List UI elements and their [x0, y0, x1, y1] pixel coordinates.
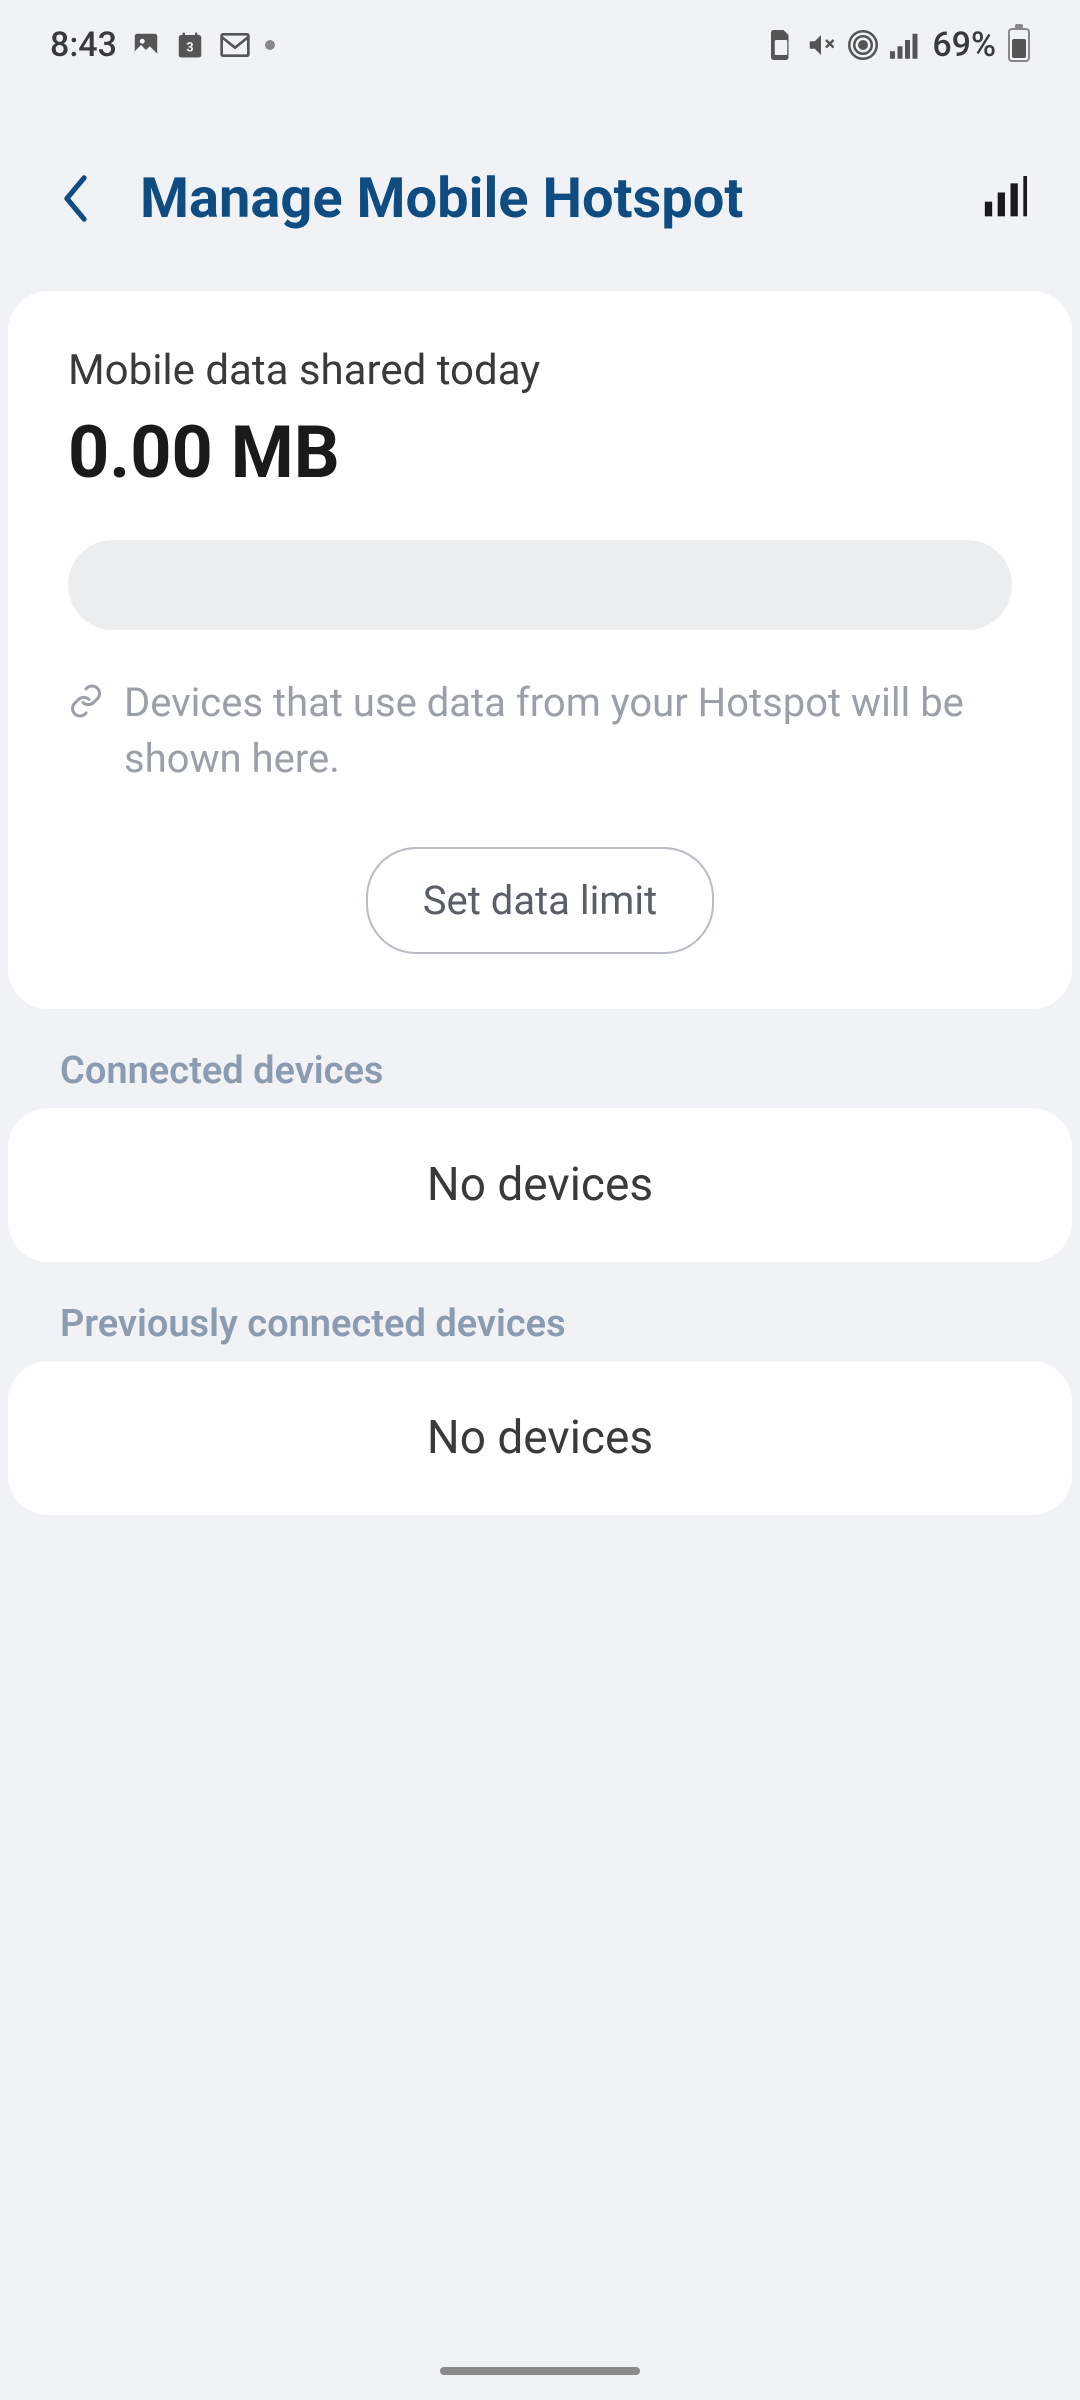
previous-devices-label: Previously connected devices — [0, 1282, 1080, 1361]
gallery-icon — [131, 30, 161, 60]
cellular-signal-icon — [890, 31, 920, 59]
status-bar: 8:43 3 69% — [0, 0, 1080, 90]
sim-icon — [768, 30, 794, 60]
home-indicator[interactable] — [440, 2367, 640, 2375]
mute-icon — [806, 30, 836, 60]
chevron-left-icon — [58, 171, 93, 226]
battery-icon — [1008, 28, 1030, 62]
svg-text:3: 3 — [186, 40, 193, 55]
back-button[interactable] — [50, 173, 100, 223]
data-progress-bar — [68, 540, 1012, 630]
status-right: 69% — [768, 25, 1030, 65]
data-usage-card: Mobile data shared today 0.00 MB Devices… — [8, 291, 1072, 1009]
hotspot-icon — [848, 30, 878, 60]
calendar-icon: 3 — [175, 30, 205, 60]
connected-devices-card: No devices — [8, 1108, 1072, 1262]
status-time: 8:43 — [50, 25, 117, 65]
status-left: 8:43 3 — [50, 25, 275, 65]
devices-info-row: Devices that use data from your Hotspot … — [68, 675, 1012, 787]
gmail-icon — [219, 31, 251, 59]
link-icon — [68, 683, 104, 719]
connected-devices-label: Connected devices — [0, 1029, 1080, 1108]
battery-percent: 69% — [932, 25, 996, 65]
devices-info-text: Devices that use data from your Hotspot … — [124, 675, 1012, 787]
page-title: Manage Mobile Hotspot — [140, 165, 940, 231]
data-shared-label: Mobile data shared today — [68, 346, 1012, 395]
signal-stats-button[interactable] — [980, 173, 1030, 223]
bars-icon — [983, 176, 1027, 220]
connected-devices-empty: No devices — [68, 1158, 1012, 1212]
previous-devices-card: No devices — [8, 1361, 1072, 1515]
notification-dot-icon — [265, 40, 275, 50]
page-header: Manage Mobile Hotspot — [0, 90, 1080, 291]
previous-devices-empty: No devices — [68, 1411, 1012, 1465]
data-shared-value: 0.00 MB — [68, 410, 1012, 495]
set-data-limit-button[interactable]: Set data limit — [366, 847, 714, 954]
